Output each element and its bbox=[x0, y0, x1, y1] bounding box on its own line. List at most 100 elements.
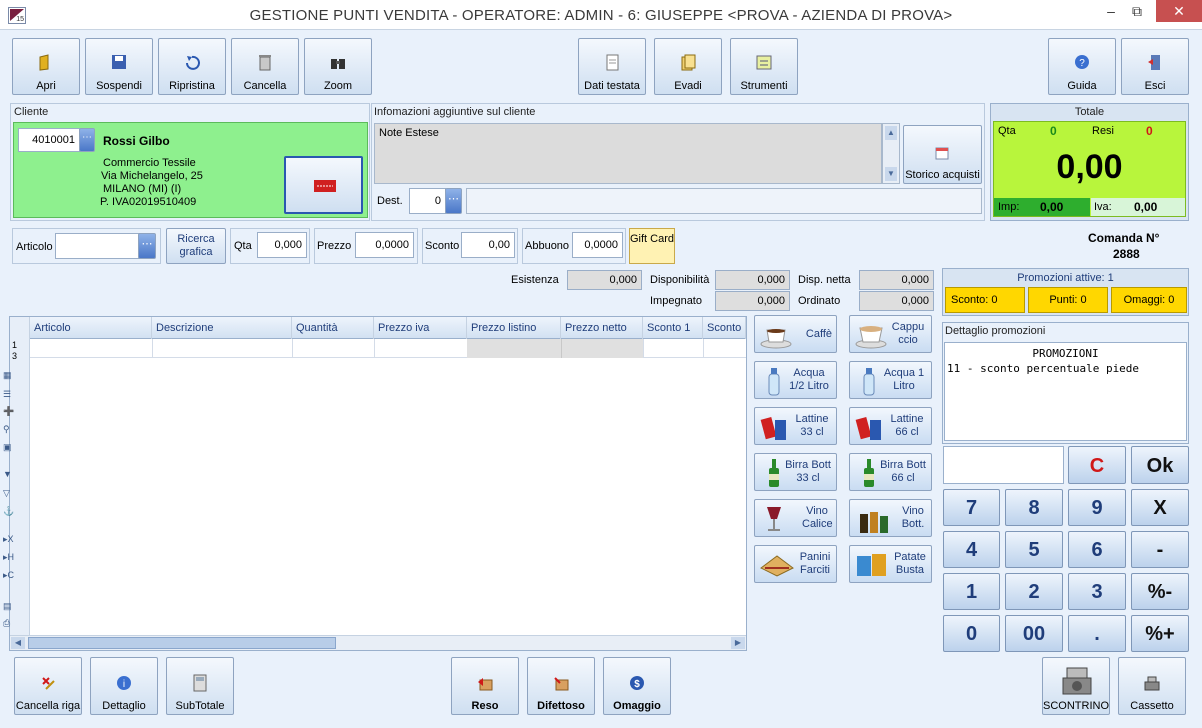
key-percent-plus[interactable]: %+ bbox=[1131, 615, 1189, 652]
title-bar: GESTIONE PUNTI VENDITA - OPERATORE: ADMI… bbox=[0, 0, 1202, 30]
key-3[interactable]: 3 bbox=[1068, 573, 1126, 610]
difettoso-button[interactable]: Difettoso bbox=[527, 657, 595, 715]
grid-tool-copy-icon[interactable]: ▦ bbox=[3, 370, 15, 380]
cliente-code-field[interactable]: 4010001 bbox=[18, 128, 80, 152]
prod-lattine-33-button[interactable]: Lattine 33 cl bbox=[754, 407, 837, 445]
key-decimal[interactable]: . bbox=[1068, 615, 1126, 652]
grid-tool-c-icon[interactable]: ▸C bbox=[3, 570, 15, 580]
key-ok[interactable]: Ok bbox=[1131, 446, 1189, 484]
col-articolo[interactable]: Articolo bbox=[30, 317, 152, 339]
col-prezzo-netto[interactable]: Prezzo netto bbox=[561, 317, 643, 339]
esci-button[interactable]: Esci bbox=[1121, 38, 1189, 95]
articles-grid[interactable] bbox=[9, 316, 747, 651]
grid-tool-h-icon[interactable]: ▸H bbox=[3, 552, 15, 562]
maximize-button[interactable]: ⧉ bbox=[1126, 0, 1148, 22]
key-percent-minus[interactable]: %- bbox=[1131, 573, 1189, 610]
evadi-button[interactable]: Evadi bbox=[654, 38, 722, 95]
dettaglio-button[interactable]: i Dettaglio bbox=[90, 657, 158, 715]
dest-field[interactable]: 0 bbox=[409, 188, 446, 214]
cliente-lookup-button[interactable]: ⋯ bbox=[79, 128, 95, 152]
prod-acqua-litro-button[interactable]: Acqua 1 Litro bbox=[849, 361, 932, 399]
key-6[interactable]: 6 bbox=[1068, 531, 1126, 568]
imp-value: 0,00 bbox=[1040, 200, 1064, 214]
scroll-down-icon[interactable]: ▼ bbox=[885, 167, 897, 181]
cancella-button[interactable]: Cancella bbox=[231, 38, 299, 95]
grid-tool-search-icon[interactable]: ⚲ bbox=[3, 424, 15, 434]
key-0[interactable]: 0 bbox=[943, 615, 1000, 652]
prod-panini-button[interactable]: Panini Farciti bbox=[754, 545, 837, 583]
abbuono-input[interactable]: 0,0000 bbox=[572, 232, 623, 258]
key-multiply[interactable]: X bbox=[1131, 489, 1189, 526]
table-row[interactable] bbox=[30, 339, 746, 358]
note-estese-textarea[interactable]: Note Estese bbox=[374, 123, 882, 184]
key-8[interactable]: 8 bbox=[1005, 489, 1063, 526]
scroll-up-icon[interactable]: ▲ bbox=[885, 126, 897, 140]
key-5[interactable]: 5 bbox=[1005, 531, 1063, 568]
note-scrollbar[interactable]: ▲ ▼ bbox=[882, 123, 900, 184]
impegnato-label: Impegnato bbox=[650, 295, 702, 307]
col-sconto[interactable]: Sconto bbox=[703, 317, 746, 339]
keypad-display[interactable] bbox=[943, 446, 1064, 484]
subtotale-button[interactable]: SubTotale bbox=[166, 657, 234, 715]
grid-tool-filter-clear-icon[interactable]: ▽ bbox=[3, 488, 15, 498]
ripristina-button[interactable]: Ripristina bbox=[158, 38, 226, 95]
zoom-button[interactable]: Zoom bbox=[304, 38, 372, 95]
grid-tool-anchor-icon[interactable]: ⚓ bbox=[3, 506, 15, 516]
scroll-left-icon[interactable]: ◀ bbox=[11, 637, 25, 649]
grid-tool-insert-icon[interactable]: ➕ bbox=[3, 406, 15, 416]
close-button[interactable]: ✕ bbox=[1156, 0, 1202, 22]
grid-tool-list-icon[interactable]: ☰ bbox=[3, 389, 15, 399]
prod-cappuccio-button[interactable]: Cappu ccio bbox=[849, 315, 932, 353]
cliente-card-button[interactable] bbox=[284, 156, 363, 214]
cassetto-button[interactable]: Cassetto bbox=[1118, 657, 1186, 715]
scroll-thumb[interactable] bbox=[28, 637, 336, 649]
sospendi-button[interactable]: Sospendi bbox=[85, 38, 153, 95]
col-prezzo-iva[interactable]: Prezzo iva bbox=[374, 317, 467, 339]
prod-vino-calice-button[interactable]: Vino Calice bbox=[754, 499, 837, 537]
grid-tool-x-icon[interactable]: ▸X bbox=[3, 534, 15, 544]
guida-button[interactable]: ? Guida bbox=[1048, 38, 1116, 95]
horizontal-scrollbar[interactable]: ◀ ▶ bbox=[10, 635, 746, 650]
grid-tool-monitor-icon[interactable]: ▤ bbox=[3, 601, 15, 611]
grid-tool-filter-icon[interactable]: ▼ bbox=[3, 469, 15, 479]
storico-acquisti-button[interactable]: Storico acquisti bbox=[903, 125, 982, 184]
prod-birra-66-button[interactable]: Birra Bott 66 cl bbox=[849, 453, 932, 491]
prod-birra-33-button[interactable]: Birra Bott 33 cl bbox=[754, 453, 837, 491]
prod-vino-bott-button[interactable]: Vino Bott. bbox=[849, 499, 932, 537]
sconto-input[interactable]: 0,00 bbox=[461, 232, 515, 258]
dest-lookup-button[interactable]: ⋯ bbox=[445, 188, 462, 214]
col-descrizione[interactable]: Descrizione bbox=[152, 317, 292, 339]
articolo-lookup-button[interactable]: ⋯ bbox=[138, 233, 156, 259]
prod-caffe-button[interactable]: Caffè bbox=[754, 315, 837, 353]
ricerca-grafica-button[interactable]: Ricerca grafica bbox=[166, 228, 226, 264]
key-1[interactable]: 1 bbox=[943, 573, 1000, 610]
key-00[interactable]: 00 bbox=[1005, 615, 1063, 652]
gift-card-button[interactable]: Gift Card bbox=[629, 228, 675, 264]
col-prezzo-listino[interactable]: Prezzo listino bbox=[467, 317, 561, 339]
key-clear[interactable]: C bbox=[1068, 446, 1126, 484]
grid-tool-print-icon[interactable]: ⎙ bbox=[3, 618, 15, 628]
reso-button[interactable]: Reso bbox=[451, 657, 519, 715]
cancella-riga-button[interactable]: Cancella riga bbox=[14, 657, 82, 715]
scontrino-button[interactable]: SCONTRINO bbox=[1042, 657, 1110, 715]
qta-input[interactable]: 0,000 bbox=[257, 232, 307, 258]
prod-acqua-mezzo-button[interactable]: Acqua 1/2 Litro bbox=[754, 361, 837, 399]
apri-button[interactable]: Apri bbox=[12, 38, 80, 95]
key-4[interactable]: 4 bbox=[943, 531, 1000, 568]
key-minus[interactable]: - bbox=[1131, 531, 1189, 568]
grid-tool-view-icon[interactable]: ▣ bbox=[3, 442, 15, 452]
key-9[interactable]: 9 bbox=[1068, 489, 1126, 526]
prezzo-input[interactable]: 0,0000 bbox=[355, 232, 414, 258]
minimize-button[interactable]: – bbox=[1100, 0, 1122, 22]
omaggio-button[interactable]: $ Omaggio bbox=[603, 657, 671, 715]
articolo-input[interactable] bbox=[55, 233, 140, 259]
prod-lattine-66-button[interactable]: Lattine 66 cl bbox=[849, 407, 932, 445]
key-2[interactable]: 2 bbox=[1005, 573, 1063, 610]
key-7[interactable]: 7 bbox=[943, 489, 1000, 526]
prod-patate-button[interactable]: Patate Busta bbox=[849, 545, 932, 583]
scroll-right-icon[interactable]: ▶ bbox=[731, 637, 745, 649]
dati-testata-button[interactable]: Dati testata bbox=[578, 38, 646, 95]
col-sconto1[interactable]: Sconto 1 bbox=[643, 317, 703, 339]
strumenti-button[interactable]: Strumenti bbox=[730, 38, 798, 95]
col-quantita[interactable]: Quantità bbox=[292, 317, 374, 339]
